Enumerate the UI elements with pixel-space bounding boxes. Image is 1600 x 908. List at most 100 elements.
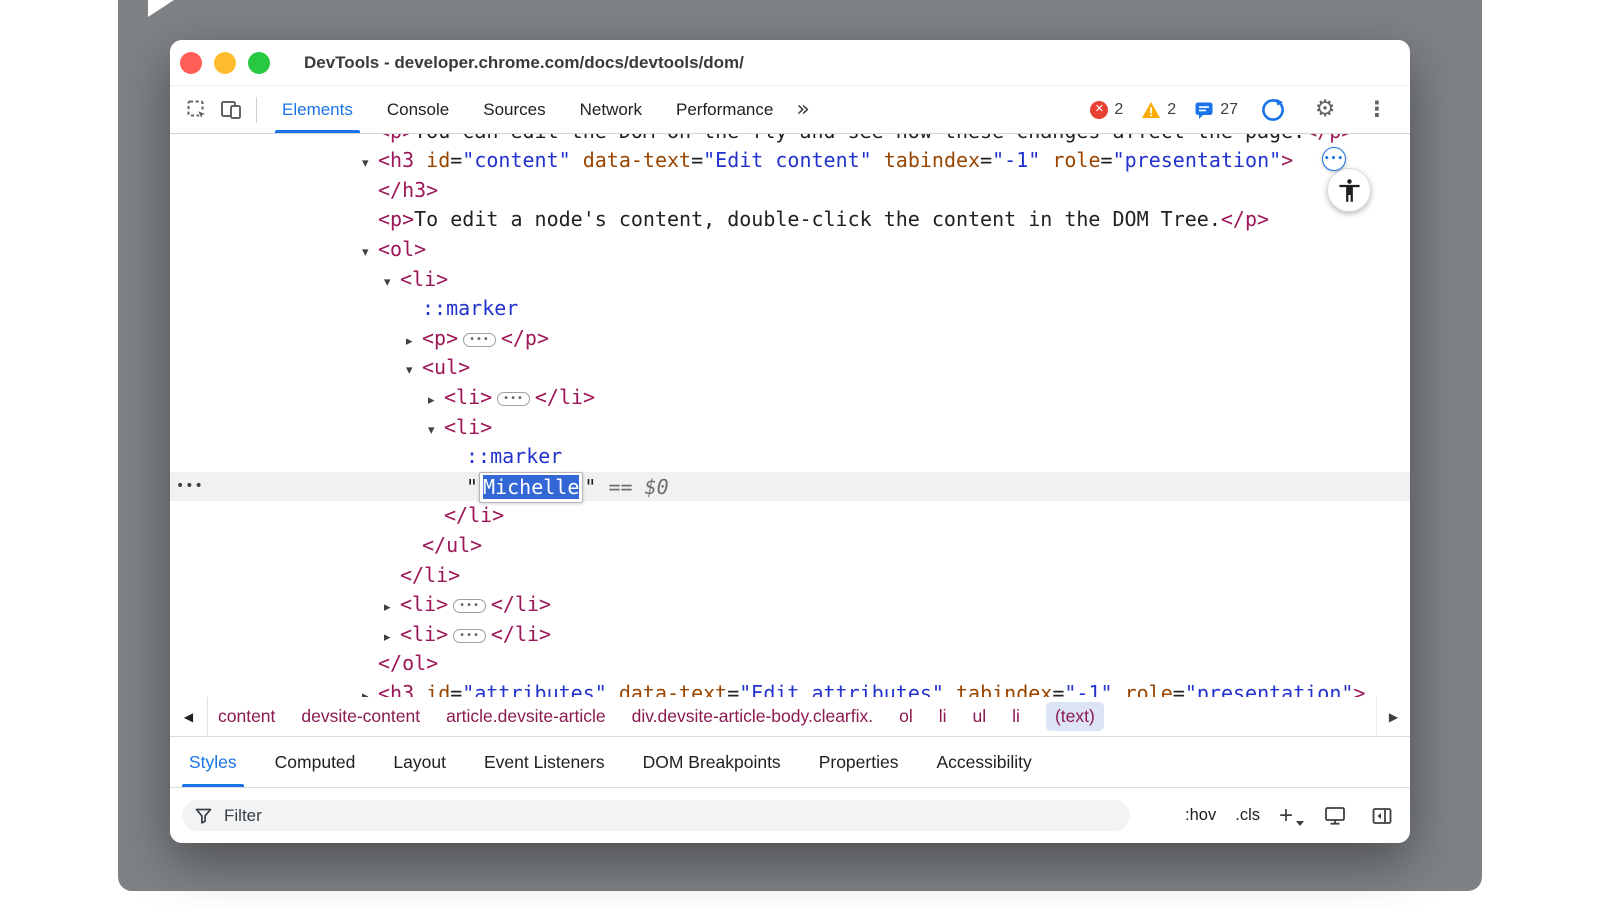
breadcrumb-scroll-left-button[interactable]: ◀ bbox=[170, 697, 208, 736]
dom-tree-row[interactable]: </li> bbox=[170, 501, 1410, 531]
expand-arrow-icon[interactable]: ▸ bbox=[406, 327, 422, 357]
token-val: "-1" bbox=[992, 148, 1040, 172]
expand-arrow-icon[interactable]: ▸ bbox=[384, 593, 400, 623]
expand-arrow-icon[interactable]: ▸ bbox=[362, 682, 378, 697]
kebab-menu-icon: ⋮ bbox=[1367, 99, 1388, 120]
zoom-button[interactable] bbox=[248, 52, 270, 74]
expand-arrow-icon[interactable]: ▾ bbox=[384, 268, 400, 298]
dom-tree-row[interactable]: ▸<li>•••</li> bbox=[170, 620, 1410, 650]
dom-tree-row[interactable]: </ol> bbox=[170, 649, 1410, 679]
sync-button[interactable] bbox=[1256, 93, 1290, 127]
breadcrumb-item-ol[interactable]: ol bbox=[899, 706, 913, 727]
row-overflow-dots-icon[interactable]: ••• bbox=[176, 472, 204, 502]
dom-tree-row[interactable]: ▸<p>•••</p> bbox=[170, 324, 1410, 354]
expand-arrow-icon[interactable]: ▾ bbox=[406, 356, 422, 386]
class-toggle[interactable]: .cls bbox=[1235, 806, 1260, 825]
more-panels-button[interactable]: » bbox=[796, 97, 809, 122]
token-tag: <h3 bbox=[378, 681, 414, 697]
dom-tree-row[interactable]: <p>You can edit the DOM on the fly and s… bbox=[170, 134, 1410, 146]
dom-tree-row[interactable]: <p>To edit a node's content, double-clic… bbox=[170, 205, 1410, 235]
expand-arrow-icon[interactable]: ▸ bbox=[384, 623, 400, 653]
filter-input[interactable] bbox=[182, 800, 1130, 831]
accessibility-button[interactable] bbox=[1327, 168, 1371, 212]
toolbar-divider bbox=[256, 97, 257, 123]
token-val: "presentation" bbox=[1113, 148, 1282, 172]
token-val: "content" bbox=[462, 148, 570, 172]
expand-ellipsis-button[interactable]: ••• bbox=[463, 333, 496, 347]
filter-text-input[interactable] bbox=[222, 805, 1062, 827]
dom-tree-row[interactable]: ::marker bbox=[170, 442, 1410, 472]
toolbar-tab-sources[interactable]: Sources bbox=[466, 86, 562, 133]
token-tag: <li> bbox=[400, 267, 448, 291]
new-style-rule-button[interactable]: + bbox=[1279, 804, 1302, 828]
close-button[interactable] bbox=[180, 52, 202, 74]
breadcrumb-item-div-devsite-article-body-clearfix[interactable]: div.devsite-article-body.clearfix. bbox=[632, 706, 874, 727]
expand-ellipsis-button[interactable]: ••• bbox=[497, 392, 530, 406]
toolbar-tab-elements[interactable]: Elements bbox=[265, 86, 370, 133]
token-punct: = bbox=[727, 681, 739, 697]
token-val: "Edit attributes" bbox=[739, 681, 944, 697]
dom-tree-row[interactable]: ▾<h3 id="content" data-text="Edit conten… bbox=[170, 146, 1410, 176]
dom-tree-row[interactable]: </ul> bbox=[170, 531, 1410, 561]
toolbar-tab-network[interactable]: Network bbox=[563, 86, 659, 133]
breadcrumb-item-article-devsite-article[interactable]: article.devsite-article bbox=[446, 706, 606, 727]
breadcrumb-bar: ◀ content devsite-content article.devsite-… bbox=[170, 697, 1410, 737]
toolbar-tab-performance[interactable]: Performance bbox=[659, 86, 790, 133]
expand-arrow-icon[interactable]: ▾ bbox=[362, 149, 378, 179]
dom-tree-row[interactable]: </h3> bbox=[170, 176, 1410, 206]
token-tag: > bbox=[1353, 681, 1365, 697]
token-punct: = bbox=[691, 148, 703, 172]
expand-arrow-icon[interactable]: ▾ bbox=[362, 238, 378, 268]
dom-tree-row[interactable]: ▾<li> bbox=[170, 265, 1410, 295]
expand-ellipsis-button[interactable]: ••• bbox=[453, 599, 486, 613]
dom-tree-row[interactable]: ▸<h3 id="attributes" data-text="Edit att… bbox=[170, 679, 1410, 697]
panel-tab-styles[interactable]: Styles bbox=[170, 737, 256, 787]
panel-tab-dom-breakpoints[interactable]: DOM Breakpoints bbox=[624, 737, 800, 787]
breadcrumb-item-li[interactable]: li bbox=[1012, 706, 1020, 727]
minimize-button[interactable] bbox=[214, 52, 236, 74]
dom-tree-row[interactable]: ▾<ul> bbox=[170, 353, 1410, 383]
pseudo-state-toggle[interactable]: :hov bbox=[1185, 806, 1216, 825]
device-toolbar-button[interactable] bbox=[214, 93, 248, 127]
issues-badge[interactable]: 27 bbox=[1194, 100, 1238, 120]
token-tag: </ul> bbox=[422, 533, 482, 557]
toolbar-tab-console[interactable]: Console bbox=[370, 86, 466, 133]
toolbar-right-group: ✕ 2 2 bbox=[1090, 93, 1400, 127]
breadcrumb-item-text[interactable]: (text) bbox=[1046, 702, 1104, 731]
more-options-button[interactable]: ⋮ bbox=[1360, 93, 1394, 127]
ellipsis-fab-button[interactable]: ••• bbox=[1322, 147, 1346, 171]
panel-tab-properties[interactable]: Properties bbox=[800, 737, 918, 787]
dom-tree-row[interactable]: ▸<li>•••</li> bbox=[170, 590, 1410, 620]
dom-tree-row[interactable]: ▾<ol> bbox=[170, 235, 1410, 265]
expand-ellipsis-button[interactable]: ••• bbox=[453, 629, 486, 643]
token-val: "attributes" bbox=[462, 681, 607, 697]
dom-tree-row[interactable]: ::marker bbox=[170, 294, 1410, 324]
token-marker: ::marker bbox=[422, 296, 518, 320]
breadcrumb-item-content[interactable]: content bbox=[218, 706, 275, 727]
settings-button[interactable]: ⚙ bbox=[1308, 93, 1342, 127]
expand-arrow-icon[interactable]: ▾ bbox=[428, 416, 444, 446]
dom-tree-row[interactable]: ▸<li>•••</li> bbox=[170, 383, 1410, 413]
panel-tab-accessibility[interactable]: Accessibility bbox=[917, 737, 1050, 787]
dom-tree-row[interactable]: •••"Michelle" == $0 bbox=[170, 472, 1410, 502]
token-tag: </li> bbox=[444, 503, 504, 527]
dom-tree-row[interactable]: ▾<li> bbox=[170, 413, 1410, 443]
token-tag: </li> bbox=[491, 592, 551, 616]
breadcrumb-item-li[interactable]: li bbox=[939, 706, 947, 727]
token-tag: </p> bbox=[1221, 207, 1269, 231]
breadcrumb-item-devsite-content[interactable]: devsite-content bbox=[301, 706, 420, 727]
inline-edit-box[interactable]: Michelle bbox=[479, 472, 583, 504]
panel-tab-computed[interactable]: Computed bbox=[256, 737, 375, 787]
toggle-sidebar-button[interactable] bbox=[1368, 802, 1396, 830]
inspect-element-button[interactable] bbox=[180, 93, 214, 127]
panel-tab-layout[interactable]: Layout bbox=[374, 737, 465, 787]
rendering-emulation-button[interactable] bbox=[1321, 802, 1349, 830]
breadcrumb-item-ul[interactable]: ul bbox=[973, 706, 987, 727]
error-badge[interactable]: ✕ 2 bbox=[1090, 101, 1123, 119]
panel-tab-event-listeners[interactable]: Event Listeners bbox=[465, 737, 624, 787]
expand-arrow-icon[interactable]: ▸ bbox=[428, 386, 444, 416]
warning-badge[interactable]: 2 bbox=[1141, 101, 1176, 119]
dom-tree-row[interactable]: </li> bbox=[170, 561, 1410, 591]
token-punct bbox=[633, 475, 645, 499]
breadcrumb-scroll-right-button[interactable]: ▶ bbox=[1376, 697, 1410, 736]
